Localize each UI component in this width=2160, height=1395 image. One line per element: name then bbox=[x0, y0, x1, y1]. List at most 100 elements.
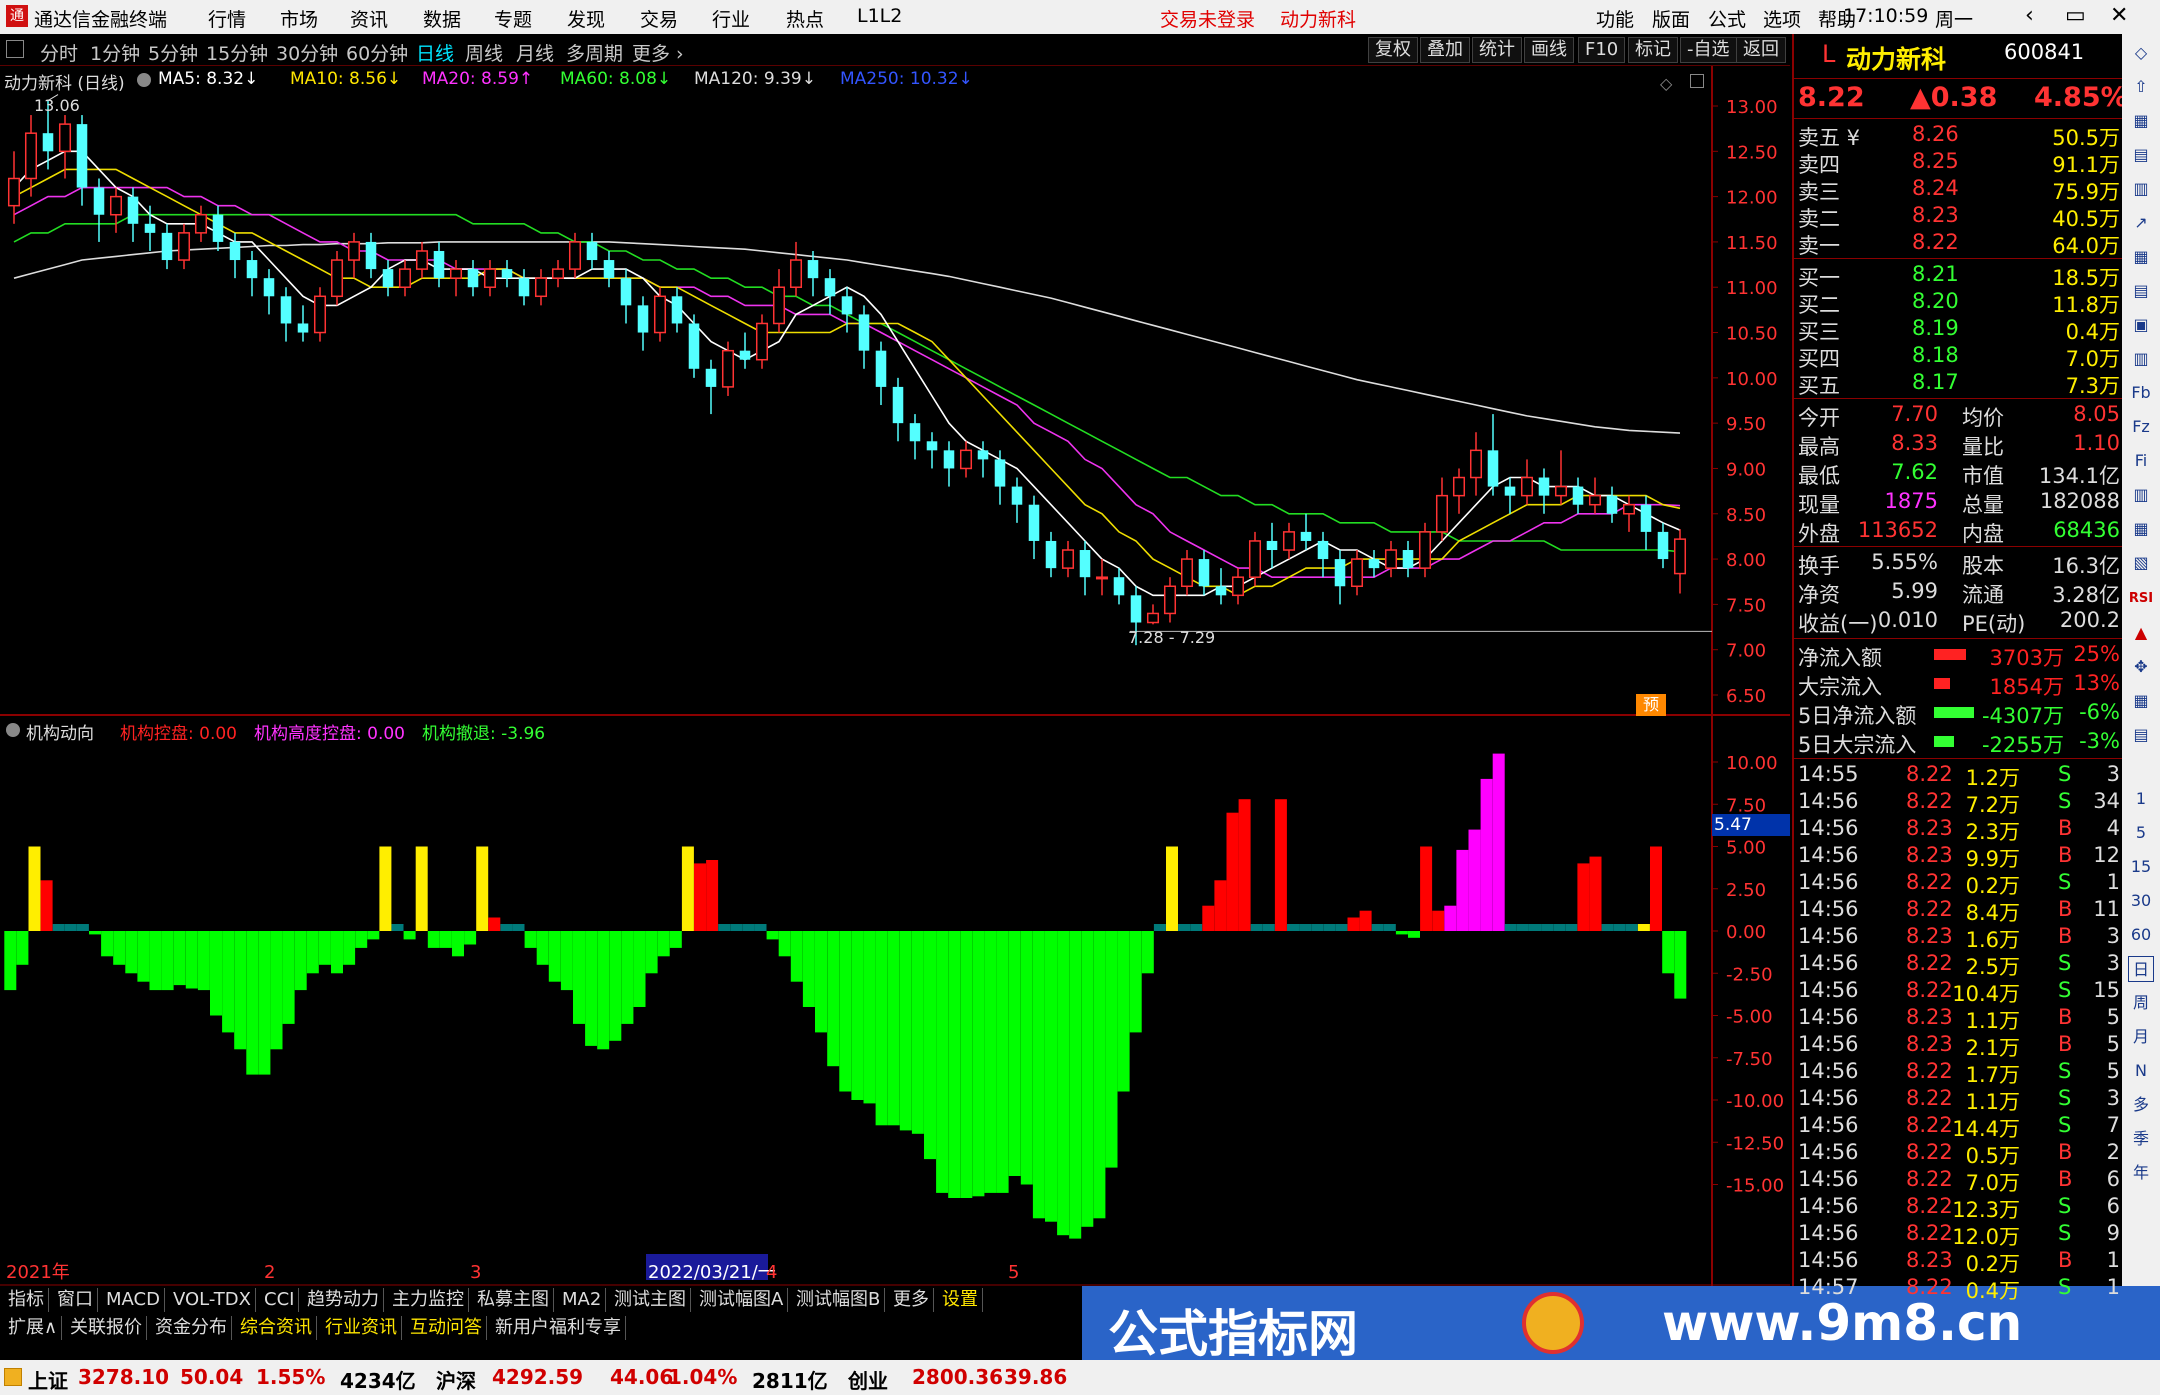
side-period-button[interactable]: 周 bbox=[2128, 990, 2154, 1016]
chart-tool-button[interactable]: 复权 bbox=[1368, 37, 1418, 63]
period-tab[interactable]: 多周期 bbox=[566, 39, 623, 66]
bid-level[interactable]: 买四 8.18 7.0万 bbox=[1794, 343, 2124, 371]
pre-tag[interactable]: 预 bbox=[1636, 694, 1666, 716]
side-period-button[interactable]: 多 bbox=[2128, 1092, 2154, 1118]
back-icon[interactable]: ‹ bbox=[2025, 3, 2034, 28]
menu-item[interactable]: 市场 bbox=[280, 5, 318, 32]
tick-row[interactable]: 14:56 8.22 0.2万 S 1 bbox=[1794, 870, 2124, 898]
tick-row[interactable]: 14:56 8.23 2.1万 B 5 bbox=[1794, 1032, 2124, 1060]
panel-toggle-icon[interactable] bbox=[6, 40, 24, 58]
chart-tool-button[interactable]: 统计 bbox=[1472, 37, 1522, 63]
side-period-button[interactable]: 年 bbox=[2128, 1160, 2154, 1186]
tick-row[interactable]: 14:56 8.22 7.2万 S 34 bbox=[1794, 789, 2124, 817]
bid-level[interactable]: 买五 8.17 7.3万 bbox=[1794, 370, 2124, 398]
menu-item[interactable]: 行情 bbox=[208, 5, 246, 32]
side-tool-icon[interactable]: ▥ bbox=[2128, 346, 2154, 372]
login-status[interactable]: 交易未登录 bbox=[1160, 5, 1255, 32]
side-period-button[interactable]: 15 bbox=[2128, 854, 2154, 880]
bid-level[interactable]: 买一 8.21 18.5万 bbox=[1794, 262, 2124, 290]
tick-row[interactable]: 14:56 8.22 8.4万 B 11 bbox=[1794, 897, 2124, 925]
menu-item[interactable]: L1L2 bbox=[857, 5, 902, 27]
tick-row[interactable]: 14:56 8.22 2.5万 S 3 bbox=[1794, 951, 2124, 979]
move-icon[interactable]: ✥ bbox=[2128, 654, 2154, 680]
period-tab[interactable]: 60分钟 bbox=[346, 39, 408, 66]
rsi-icon[interactable]: RSI bbox=[2128, 586, 2154, 612]
tick-row[interactable]: 14:56 8.23 9.9万 B 12 bbox=[1794, 843, 2124, 871]
tick-row[interactable]: 14:56 8.23 1.6万 B 3 bbox=[1794, 924, 2124, 952]
side-period-button[interactable]: 1 bbox=[2128, 786, 2154, 812]
side-tool-icon[interactable]: ▣ bbox=[2128, 312, 2154, 338]
chart-tool-button[interactable]: F10 bbox=[1578, 37, 1626, 63]
side-tool-icon[interactable]: Fz bbox=[2128, 414, 2154, 440]
indicator-tab[interactable]: 测试幅图B bbox=[792, 1288, 886, 1312]
right-menu-item[interactable]: 功能 bbox=[1596, 5, 1634, 32]
ask-level[interactable]: 卖一 8.22 64.0万 bbox=[1794, 230, 2124, 258]
list-icon[interactable]: ▤ bbox=[2128, 722, 2154, 748]
period-tab[interactable]: 5分钟 bbox=[148, 39, 198, 66]
period-tab[interactable]: 日线 bbox=[416, 39, 454, 66]
chart-tool-button[interactable]: 叠加 bbox=[1420, 37, 1470, 63]
indicator-tab[interactable]: 更多 bbox=[889, 1288, 934, 1312]
side-tool-icon[interactable]: ↗ bbox=[2128, 210, 2154, 236]
side-period-button[interactable]: 季 bbox=[2128, 1126, 2154, 1152]
side-tool-icon[interactable]: Fi bbox=[2128, 448, 2154, 474]
extension-tab[interactable]: 行业资讯 bbox=[321, 1316, 402, 1340]
side-period-button[interactable]: 月 bbox=[2128, 1024, 2154, 1050]
extension-tab[interactable]: 综合资讯 bbox=[236, 1316, 317, 1340]
indicator-tab[interactable]: MA2 bbox=[558, 1288, 607, 1312]
ask-level[interactable]: 卖四 8.25 91.1万 bbox=[1794, 149, 2124, 177]
indicator-tab[interactable]: MACD bbox=[102, 1288, 165, 1312]
indicator-tab[interactable]: 窗口 bbox=[53, 1288, 98, 1312]
index-icon[interactable] bbox=[4, 1368, 22, 1386]
tick-row[interactable]: 14:56 8.23 1.1万 B 5 bbox=[1794, 1005, 2124, 1033]
side-period-button[interactable]: N bbox=[2128, 1058, 2154, 1084]
kline-chart[interactable]: 13.00 12.50 12.00 11.50 11.00 10.50 10.00 9.50 9… bbox=[0, 66, 1790, 716]
extension-tab[interactable]: 新用户福利专享 bbox=[491, 1316, 626, 1340]
side-tool-icon[interactable]: ▤ bbox=[2128, 142, 2154, 168]
menu-item[interactable]: 行业 bbox=[712, 5, 750, 32]
right-menu-item[interactable]: 选项 bbox=[1763, 5, 1801, 32]
bid-level[interactable]: 买二 8.20 11.8万 bbox=[1794, 289, 2124, 317]
menu-item[interactable]: 数据 bbox=[423, 5, 461, 32]
indicator-tab[interactable]: 私募主图 bbox=[473, 1288, 554, 1312]
indicator-tab[interactable]: 主力监控 bbox=[388, 1288, 469, 1312]
side-period-button[interactable]: 30 bbox=[2128, 888, 2154, 914]
extension-tab[interactable]: 互动问答 bbox=[406, 1316, 487, 1340]
menu-item[interactable]: 热点 bbox=[786, 5, 824, 32]
side-tool-icon[interactable]: ⇧ bbox=[2128, 74, 2154, 100]
chart-tool-button[interactable]: 画线 bbox=[1524, 37, 1574, 63]
diamond-icon[interactable]: ◇ bbox=[1660, 74, 1672, 93]
period-tab[interactable]: 30分钟 bbox=[276, 39, 338, 66]
extension-tab[interactable]: 关联报价 bbox=[66, 1316, 147, 1340]
maximize-icon[interactable] bbox=[1690, 74, 1704, 88]
period-tab[interactable]: 分时 bbox=[40, 39, 78, 66]
indicator-tab[interactable]: 设置 bbox=[938, 1288, 983, 1312]
tick-row[interactable]: 14:56 8.22 12.3万 S 6 bbox=[1794, 1194, 2124, 1222]
close-icon[interactable]: ✕ bbox=[2110, 3, 2128, 28]
bid-level[interactable]: 买三 8.19 0.4万 bbox=[1794, 316, 2124, 344]
indicator-chart[interactable]: 10.007.505.002.500.00-2.50-5.00-7.50-10.… bbox=[0, 716, 1790, 1286]
extension-tab[interactable]: 资金分布 bbox=[151, 1316, 232, 1340]
chart-tool-button[interactable]: 标记 bbox=[1628, 37, 1678, 63]
side-period-button[interactable]: 60 bbox=[2128, 922, 2154, 948]
tick-row[interactable]: 14:56 8.22 1.7万 S 5 bbox=[1794, 1059, 2124, 1087]
tick-row[interactable]: 14:55 8.22 1.2万 S 3 bbox=[1794, 762, 2124, 790]
period-tab[interactable]: 月线 bbox=[516, 39, 554, 66]
side-tool-icon[interactable]: ▧ bbox=[2128, 550, 2154, 576]
tick-row[interactable]: 14:56 8.22 14.4万 S 7 bbox=[1794, 1113, 2124, 1141]
menu-item[interactable]: 资讯 bbox=[350, 5, 388, 32]
menu-item[interactable]: 发现 bbox=[567, 5, 605, 32]
menu-item[interactable]: 交易 bbox=[640, 5, 678, 32]
alert-icon[interactable]: ▲ bbox=[2128, 620, 2154, 646]
side-tool-icon[interactable]: ◇ bbox=[2128, 40, 2154, 66]
grid-icon[interactable]: ▦ bbox=[2128, 688, 2154, 714]
side-tool-icon[interactable]: ▦ bbox=[2128, 108, 2154, 134]
period-tab[interactable]: 更多 › bbox=[632, 39, 684, 66]
side-tool-icon[interactable]: ▦ bbox=[2128, 516, 2154, 542]
period-tab[interactable]: 周线 bbox=[465, 39, 503, 66]
right-menu-item[interactable]: 帮助 bbox=[1818, 5, 1856, 32]
indicator-tab[interactable]: VOL-TDX bbox=[169, 1288, 256, 1312]
extension-tab[interactable]: 扩展∧ bbox=[4, 1316, 63, 1340]
settings-icon[interactable] bbox=[137, 73, 151, 87]
tick-row[interactable]: 14:56 8.23 0.2万 B 1 bbox=[1794, 1248, 2124, 1276]
